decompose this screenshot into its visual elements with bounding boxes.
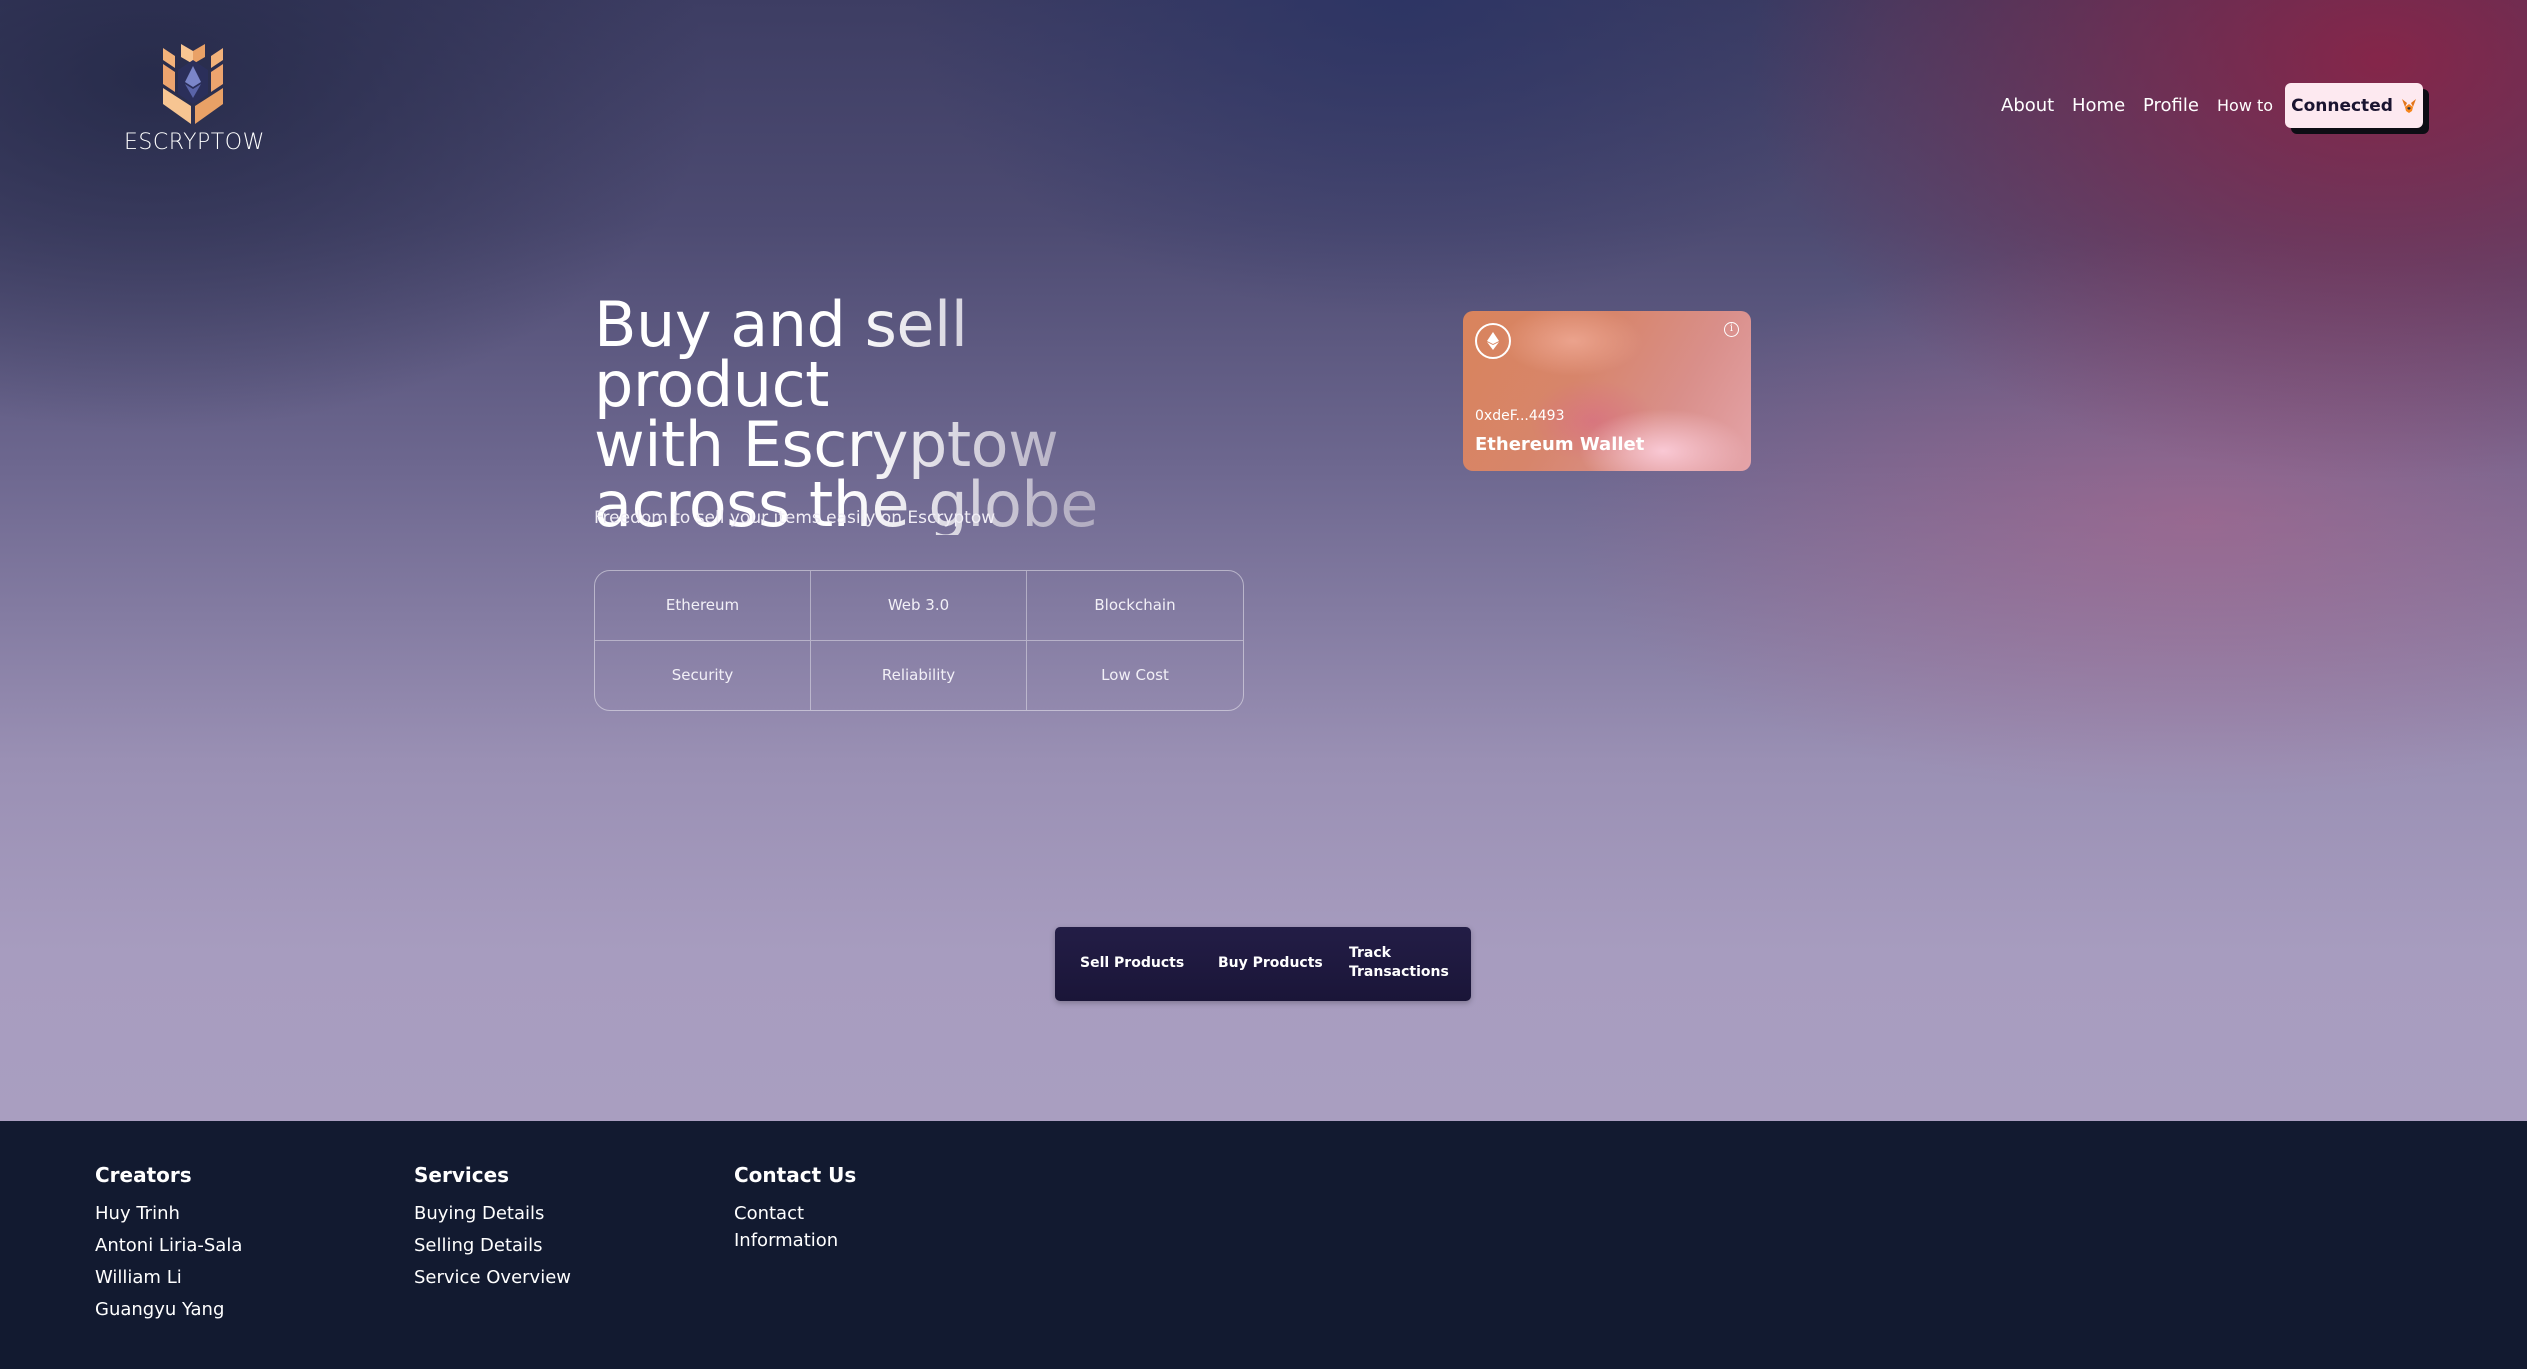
feature-security: Security	[595, 640, 811, 710]
footer-services: Services Buying Details Selling Details …	[414, 1163, 571, 1296]
nav-about[interactable]: About	[2001, 95, 2054, 116]
shield-logo-icon	[163, 44, 223, 124]
feature-low-cost: Low Cost	[1101, 666, 1169, 685]
track-label-line-2: Transactions	[1349, 964, 1449, 980]
info-icon[interactable]: i	[1724, 322, 1739, 337]
track-transactions-button[interactable]: Track Transactions	[1349, 944, 1449, 982]
hero-headline: Buy and sell product with Escryptow acro…	[594, 295, 1214, 535]
services-heading: Services	[414, 1163, 510, 1187]
hero-section: ESCRYPTOW About Home Profile How to Conn…	[0, 0, 2527, 1121]
creator-link[interactable]: Huy Trinh	[95, 1200, 242, 1232]
ethereum-wallet-card[interactable]: i 0xdeF...4493 Ethereum Wallet	[1463, 311, 1751, 471]
headline-line-1: Buy and sell product	[594, 288, 968, 421]
creator-link[interactable]: William Li	[95, 1264, 242, 1296]
service-overview-link[interactable]: Service Overview	[414, 1264, 571, 1296]
hero-subtitle: Freedom to sell your items easily on Esc…	[594, 508, 996, 528]
buy-products-button[interactable]: Buy Products	[1218, 954, 1323, 973]
creator-link[interactable]: Guangyu Yang	[95, 1296, 242, 1328]
nav-home[interactable]: Home	[2072, 95, 2125, 116]
contact-heading: Contact Us	[734, 1163, 857, 1187]
connected-wallet-button[interactable]: Connected	[2285, 83, 2423, 128]
metamask-fox-icon	[2401, 98, 2416, 113]
action-bar: Sell Products Buy Products Track Transac…	[1055, 927, 1471, 1001]
features-grid: Ethereum Web 3.0 Blockchain Security Rel…	[594, 570, 1244, 711]
ethereum-icon	[1475, 323, 1511, 359]
creators-heading: Creators	[95, 1163, 192, 1187]
creator-link[interactable]: Antoni Liria-Sala	[95, 1232, 242, 1264]
brand-logo[interactable]: ESCRYPTOW	[124, 42, 265, 155]
feature-blockchain: Blockchain	[1027, 571, 1243, 641]
footer-creators: Creators Huy Trinh Antoni Liria-Sala Wil…	[95, 1163, 242, 1328]
headline-line-2: with Escryptow	[594, 408, 1059, 481]
nav-how-to[interactable]: How to	[2217, 96, 2273, 115]
buying-details-link[interactable]: Buying Details	[414, 1200, 571, 1232]
wallet-name: Ethereum Wallet	[1475, 434, 1645, 455]
selling-details-link[interactable]: Selling Details	[414, 1232, 571, 1264]
nav-profile[interactable]: Profile	[2143, 95, 2199, 116]
wallet-address: 0xdeF...4493	[1475, 408, 1565, 424]
footer-contact: Contact Us Contact Information	[734, 1163, 856, 1254]
track-label-line-1: Track	[1349, 945, 1391, 961]
connect-label: Connected	[2291, 95, 2393, 116]
sell-products-button[interactable]: Sell Products	[1080, 954, 1184, 973]
footer: Creators Huy Trinh Antoni Liria-Sala Wil…	[0, 1121, 2527, 1369]
contact-information-link[interactable]: Contact Information	[734, 1200, 844, 1254]
feature-ethereum: Ethereum	[595, 571, 811, 641]
feature-reliability: Reliability	[811, 640, 1027, 710]
feature-web3: Web 3.0	[811, 571, 1027, 641]
brand-name: ESCRYPTOW	[124, 130, 265, 155]
